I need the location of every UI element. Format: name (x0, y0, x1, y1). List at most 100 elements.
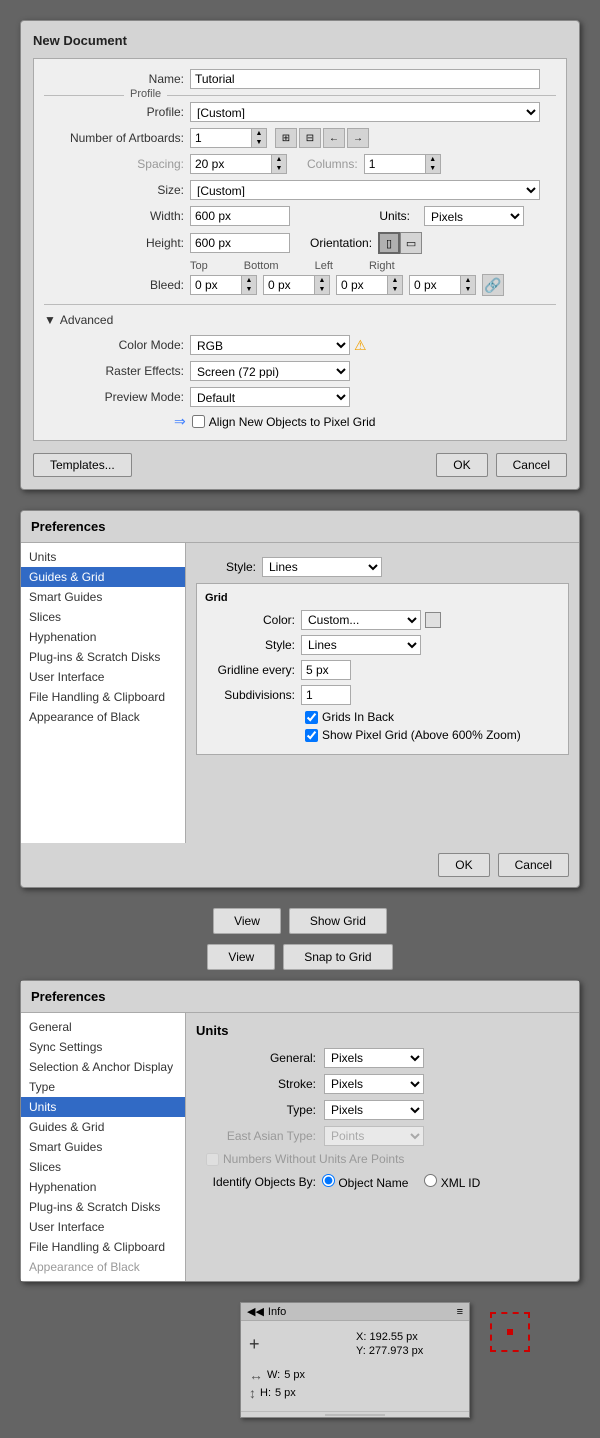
pref2-item-selection[interactable]: Selection & Anchor Display (21, 1057, 185, 1077)
bleed-top-up[interactable]: ▲ (242, 276, 256, 285)
snap-to-grid-btn[interactable]: Snap to Grid (283, 944, 392, 970)
size-select[interactable]: [Custom] (190, 180, 540, 200)
pref-item-ui[interactable]: User Interface (21, 667, 185, 687)
advanced-toggle[interactable]: ▼ Advanced (44, 313, 556, 327)
pref2-item-guides-grid[interactable]: Guides & Grid (21, 1117, 185, 1137)
pref2-item-file[interactable]: File Handling & Clipboard (21, 1237, 185, 1257)
view-btn-1[interactable]: View (213, 908, 281, 934)
pref2-item-units[interactable]: Units (21, 1097, 185, 1117)
bleed-bottom-down[interactable]: ▼ (315, 285, 329, 294)
bleed-bottom-up[interactable]: ▲ (315, 276, 329, 285)
artboard-grid-icon[interactable]: ⊞ (275, 128, 297, 148)
grid-style-select[interactable]: Lines (301, 635, 421, 655)
show-pixel-grid-checkbox[interactable] (305, 729, 318, 742)
pref2-item-ui[interactable]: User Interface (21, 1217, 185, 1237)
columns-spinner[interactable]: ▲ ▼ (364, 154, 441, 174)
bleed-top-spinner[interactable]: ▲ ▼ (190, 275, 257, 295)
spacing-up[interactable]: ▲ (272, 155, 286, 164)
pref2-item-hyphenation[interactable]: Hyphenation (21, 1177, 185, 1197)
w-coord-row: ↔ W: 5 px (249, 1367, 354, 1383)
columns-up[interactable]: ▲ (426, 155, 440, 164)
bleed-left-spinner[interactable]: ▲ ▼ (336, 275, 403, 295)
pixel-grid-checkbox[interactable] (192, 415, 205, 428)
landscape-btn[interactable]: ▭ (400, 232, 422, 254)
preview-select[interactable]: Default (190, 387, 350, 407)
width-input[interactable] (190, 206, 290, 226)
columns-down[interactable]: ▼ (426, 164, 440, 173)
grid-color-select[interactable]: Custom... (301, 610, 421, 630)
pref2-item-slices[interactable]: Slices (21, 1157, 185, 1177)
stroke-units-select[interactable]: Pixels (324, 1074, 424, 1094)
guides-style-select[interactable]: Lines (262, 557, 382, 577)
pref2-item-sync[interactable]: Sync Settings (21, 1037, 185, 1057)
numbers-without-units-checkbox[interactable] (206, 1153, 219, 1166)
pref2-item-smart-guides[interactable]: Smart Guides (21, 1137, 185, 1157)
units-select[interactable]: Pixels (424, 206, 524, 226)
units-label: Units: (310, 209, 410, 223)
general-units-select[interactable]: Pixels (324, 1048, 424, 1068)
xml-id-radio[interactable] (424, 1174, 437, 1187)
pref-grid-ok-btn[interactable]: OK (438, 853, 489, 877)
pref-item-slices[interactable]: Slices (21, 607, 185, 627)
color-mode-select[interactable]: RGB (190, 335, 350, 355)
artboards-up[interactable]: ▲ (252, 129, 266, 138)
bleed-top-value[interactable] (191, 276, 241, 294)
bleed-right-up[interactable]: ▲ (461, 276, 475, 285)
pref-item-guides-grid[interactable]: Guides & Grid (21, 567, 185, 587)
artboard-right-icon[interactable]: → (347, 128, 369, 148)
columns-value[interactable] (365, 155, 425, 173)
red-box-preview (480, 1302, 540, 1362)
info-menu-icon[interactable]: ≡ (457, 1306, 463, 1318)
spacing-spinner[interactable]: ▲ ▼ (190, 154, 287, 174)
east-asian-select[interactable]: Points (324, 1126, 424, 1146)
bleed-bottom-spinner[interactable]: ▲ ▼ (263, 275, 330, 295)
bleed-right-value[interactable] (410, 276, 460, 294)
artboards-down[interactable]: ▼ (252, 138, 266, 147)
xml-id-radio-label[interactable]: XML ID (424, 1174, 480, 1190)
color-swatch[interactable] (425, 612, 441, 628)
height-input[interactable] (190, 233, 290, 253)
subdivisions-value[interactable] (301, 685, 351, 705)
pref2-item-general[interactable]: General (21, 1017, 185, 1037)
artboards-value[interactable] (191, 129, 251, 147)
artboard-left-icon[interactable]: ← (323, 128, 345, 148)
bleed-bottom-value[interactable] (264, 276, 314, 294)
raster-select[interactable]: Screen (72 ppi) (190, 361, 350, 381)
bleed-right-down[interactable]: ▼ (461, 285, 475, 294)
pref-grid-content: Style: Lines Grid Color: Custom... Style… (186, 543, 579, 843)
pref-item-plugins[interactable]: Plug-ins & Scratch Disks (21, 647, 185, 667)
warning-icon: ⚠ (354, 337, 367, 354)
bleed-right-spinner[interactable]: ▲ ▼ (409, 275, 476, 295)
pref2-item-type[interactable]: Type (21, 1077, 185, 1097)
pref-item-file-handling[interactable]: File Handling & Clipboard (21, 687, 185, 707)
portrait-btn[interactable]: ▯ (378, 232, 400, 254)
show-grid-btn[interactable]: Show Grid (289, 908, 387, 934)
object-name-radio-label[interactable]: Object Name (322, 1174, 408, 1190)
pref2-item-plugins[interactable]: Plug-ins & Scratch Disks (21, 1197, 185, 1217)
profile-select[interactable]: [Custom] (190, 102, 540, 122)
artboard-row-icon[interactable]: ⊟ (299, 128, 321, 148)
bleed-left-value[interactable] (337, 276, 387, 294)
type-units-select[interactable]: Pixels (324, 1100, 424, 1120)
pref-item-appearance[interactable]: Appearance of Black (21, 707, 185, 727)
name-input[interactable] (190, 69, 540, 89)
bleed-top-down[interactable]: ▼ (242, 285, 256, 294)
gridline-value[interactable] (301, 660, 351, 680)
templates-btn[interactable]: Templates... (33, 453, 132, 477)
spacing-value[interactable] (191, 155, 271, 173)
spacing-down[interactable]: ▼ (272, 164, 286, 173)
pref-item-hyphenation[interactable]: Hyphenation (21, 627, 185, 647)
ok-btn[interactable]: OK (436, 453, 487, 477)
chain-btn[interactable]: 🔗 (482, 274, 504, 296)
artboards-spinner[interactable]: ▲ ▼ (190, 128, 267, 148)
cancel-btn[interactable]: Cancel (496, 453, 567, 477)
pref-grid-cancel-btn[interactable]: Cancel (498, 853, 569, 877)
view-btn-2[interactable]: View (207, 944, 275, 970)
bleed-left-up[interactable]: ▲ (388, 276, 402, 285)
grids-in-back-checkbox[interactable] (305, 711, 318, 724)
pref-item-units[interactable]: Units (21, 547, 185, 567)
object-name-radio[interactable] (322, 1174, 335, 1187)
pref-item-smart-guides[interactable]: Smart Guides (21, 587, 185, 607)
bleed-left-down[interactable]: ▼ (388, 285, 402, 294)
pref2-item-appearance[interactable]: Appearance of Black (21, 1257, 185, 1277)
